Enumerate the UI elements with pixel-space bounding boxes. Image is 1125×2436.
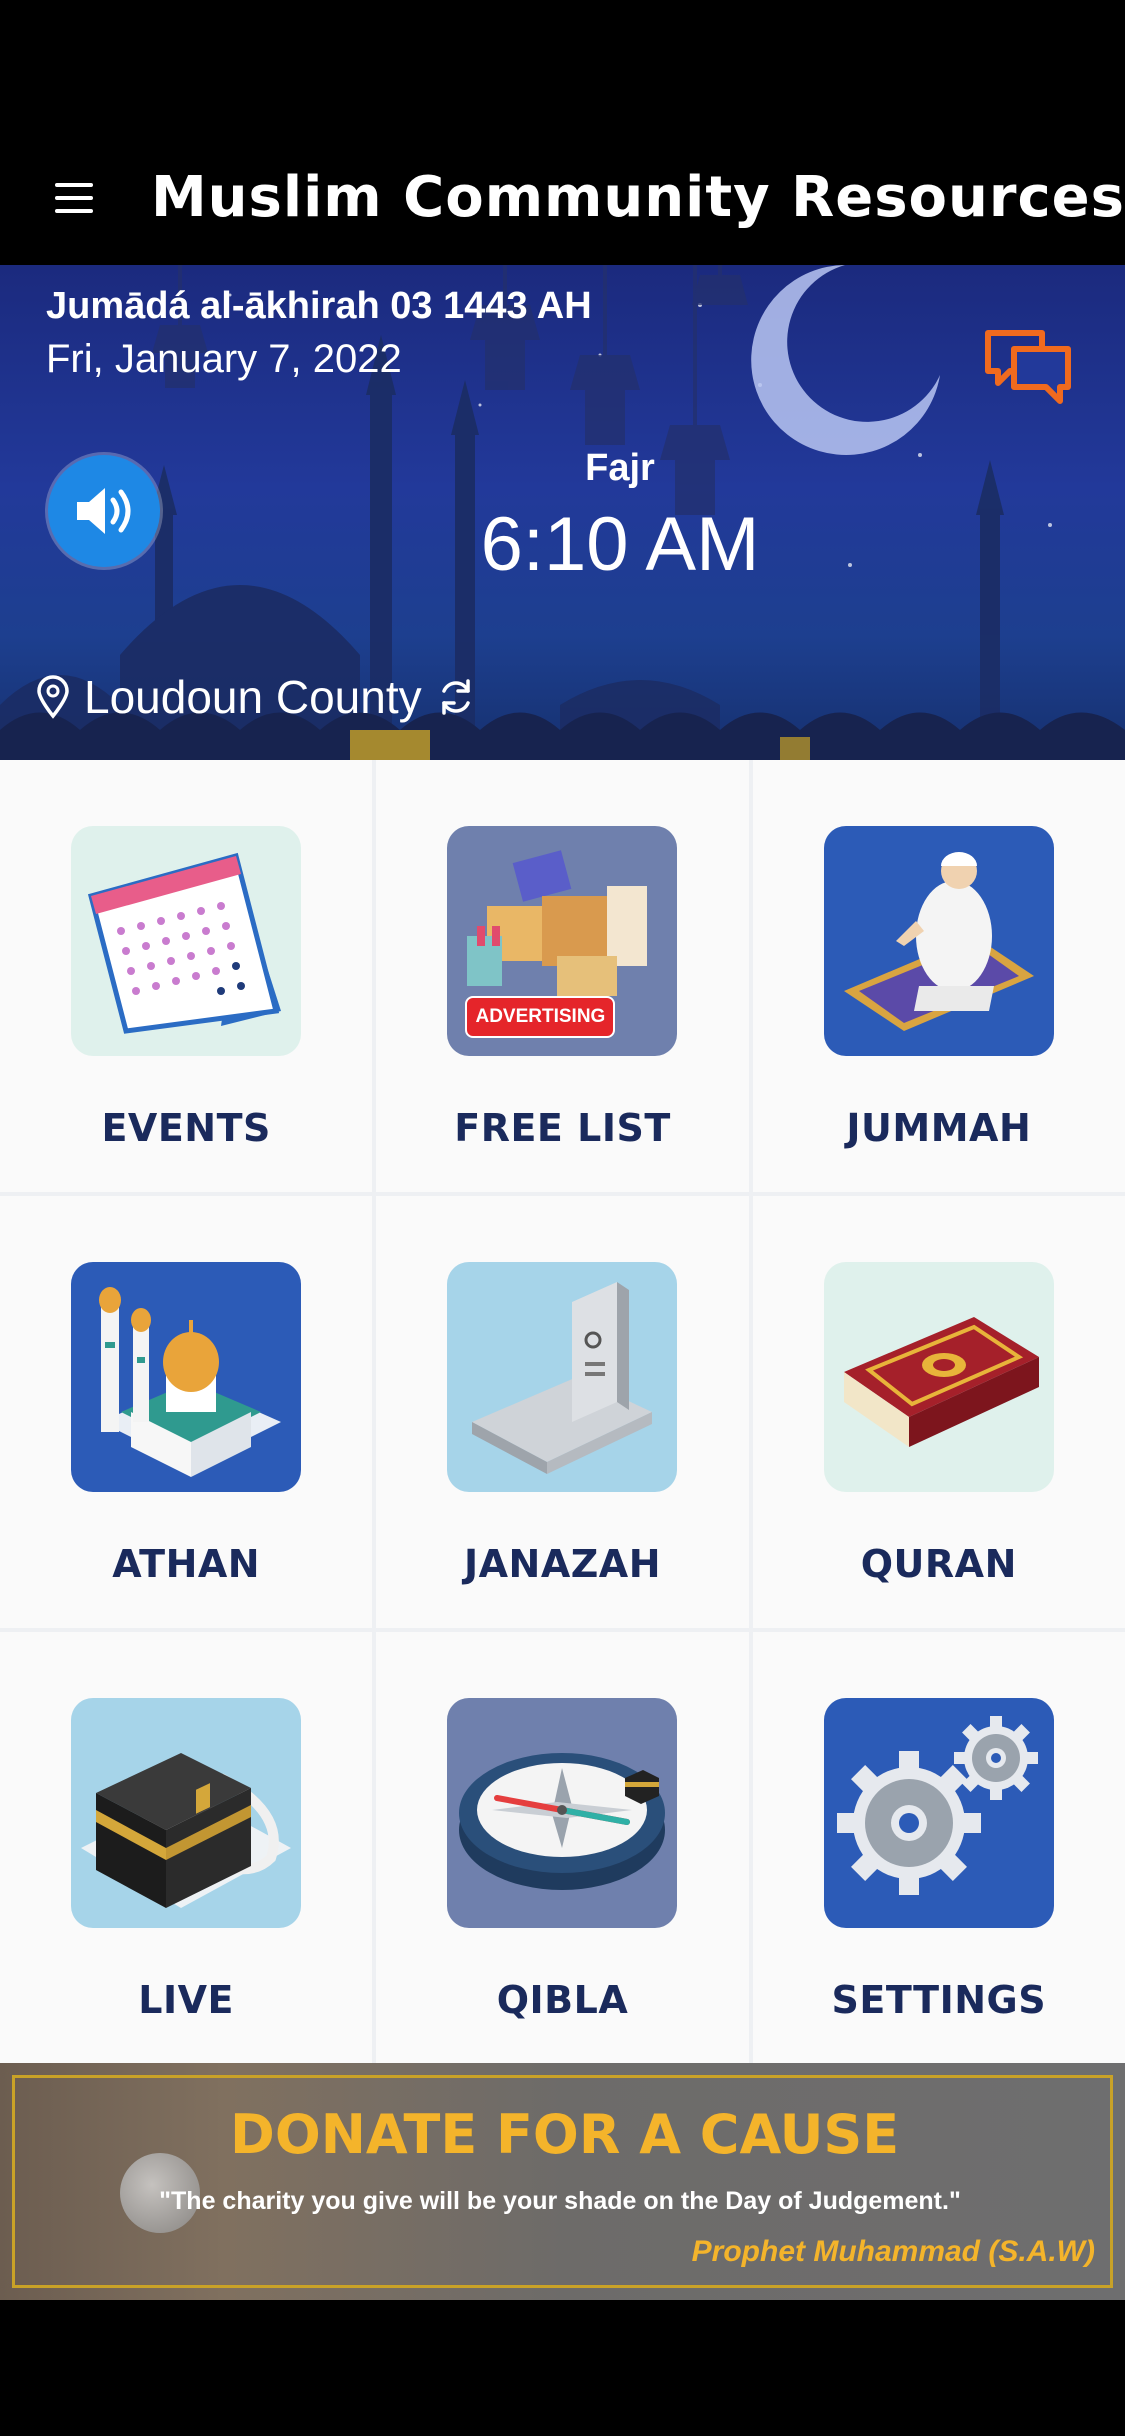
events-tile[interactable]: EVENTS: [0, 760, 373, 1192]
tile-label: JANAZAH: [463, 1542, 661, 1586]
kaaba-icon: [71, 1698, 302, 1928]
donate-banner[interactable]: DONATE FOR A CAUSE "The charity you give…: [0, 2063, 1125, 2300]
donate-attribution: Prophet Muhammad (S.A.W): [691, 2235, 1095, 2268]
advertising-badge: ADVERTISING: [465, 996, 616, 1038]
tile-label: QURAN: [860, 1542, 1017, 1586]
hijri-date: Jumādá al-ākhirah 03 1443 AH: [46, 285, 592, 327]
quran-tile[interactable]: QURAN: [752, 1196, 1125, 1628]
live-tile[interactable]: LIVE: [0, 1632, 373, 2067]
system-nav-bar: [0, 2300, 1125, 2436]
prayer-time-banner: Jumādá al-ākhirah 03 1443 AH Fri, Januar…: [0, 265, 1125, 760]
status-bar: [0, 0, 1125, 130]
shopping-icon: ADVERTISING: [447, 826, 678, 1056]
hamburger-menu-icon[interactable]: [40, 148, 109, 248]
speaker-icon[interactable]: [48, 455, 160, 567]
compass-icon: [447, 1698, 678, 1928]
tile-label: FREE LIST: [454, 1106, 671, 1150]
tile-label: SETTINGS: [831, 1978, 1047, 2022]
app-bar: Muslim Community Resources: [0, 130, 1125, 265]
tile-label: QIBLA: [496, 1978, 629, 2022]
gregorian-date: Fri, January 7, 2022: [46, 337, 402, 381]
jummah-tile[interactable]: JUMMAH: [752, 760, 1125, 1192]
mosque-icon: [71, 1262, 302, 1492]
praying-man-icon: [823, 826, 1054, 1056]
quran-book-icon: [823, 1262, 1054, 1492]
calendar-icon: [71, 826, 302, 1056]
donate-quote: "The charity you give will be your shade…: [159, 2187, 961, 2215]
settings-tile[interactable]: SETTINGS: [752, 1632, 1125, 2067]
free-list-tile[interactable]: ADVERTISING FREE LIST: [376, 760, 749, 1192]
next-prayer-time: 6:10 AM: [480, 502, 760, 587]
athan-tile[interactable]: ATHAN: [0, 1196, 373, 1628]
donate-title: DONATE FOR A CAUSE: [230, 2103, 900, 2166]
next-prayer-name: Fajr: [585, 447, 655, 489]
app-title: Muslim Community Resources: [150, 165, 1125, 230]
qibla-tile[interactable]: QIBLA: [376, 1632, 749, 2067]
tile-label: ATHAN: [112, 1542, 261, 1586]
chat-bubbles-icon[interactable]: [980, 323, 1075, 408]
location-name: Loudoun County: [84, 671, 422, 723]
janazah-tile[interactable]: JANAZAH: [376, 1196, 749, 1628]
tile-label: EVENTS: [101, 1106, 271, 1150]
tile-label: JUMMAH: [846, 1106, 1032, 1150]
location-pin-icon: [37, 675, 69, 719]
location-selector[interactable]: Loudoun County: [36, 670, 476, 724]
refresh-icon[interactable]: [436, 677, 476, 717]
feature-grid: EVENTS ADVERTISING FREE LIST JUMMAH ATHA…: [0, 760, 1125, 2067]
gears-icon: [823, 1698, 1054, 1928]
grave-icon: [447, 1262, 678, 1492]
tile-label: LIVE: [138, 1978, 235, 2022]
